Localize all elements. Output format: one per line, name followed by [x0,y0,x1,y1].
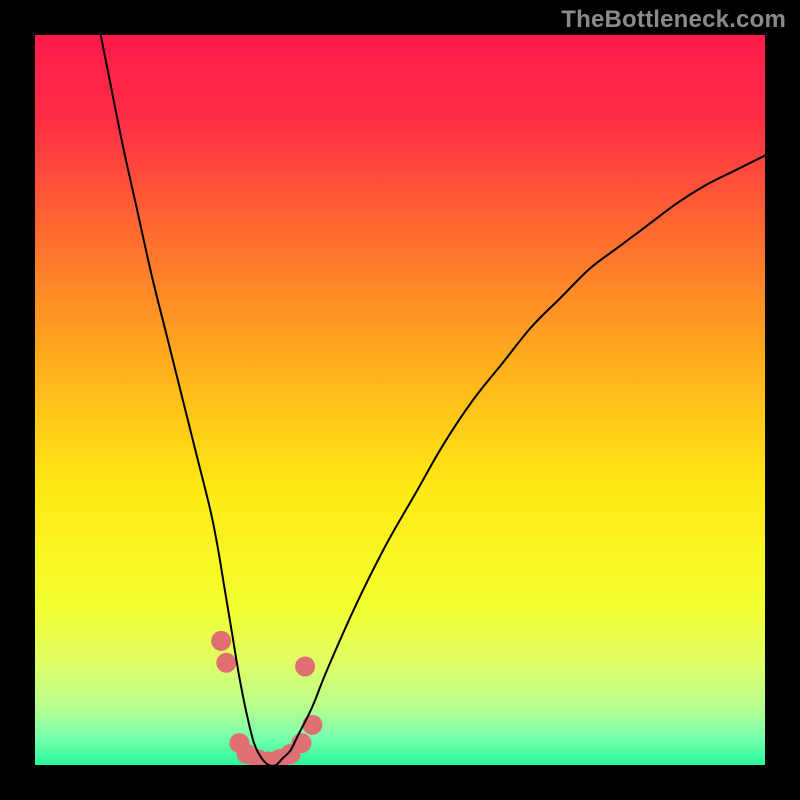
curve-marker-dot [295,656,315,676]
curve-marker-dot [211,631,231,651]
chart-svg [35,35,765,765]
plot-area [35,35,765,765]
chart-frame: TheBottleneck.com [0,0,800,800]
curve-marker-dot [302,715,322,735]
watermark-text: TheBottleneck.com [561,6,786,34]
curve-marker-dot [216,653,236,673]
gradient-background [35,35,765,765]
